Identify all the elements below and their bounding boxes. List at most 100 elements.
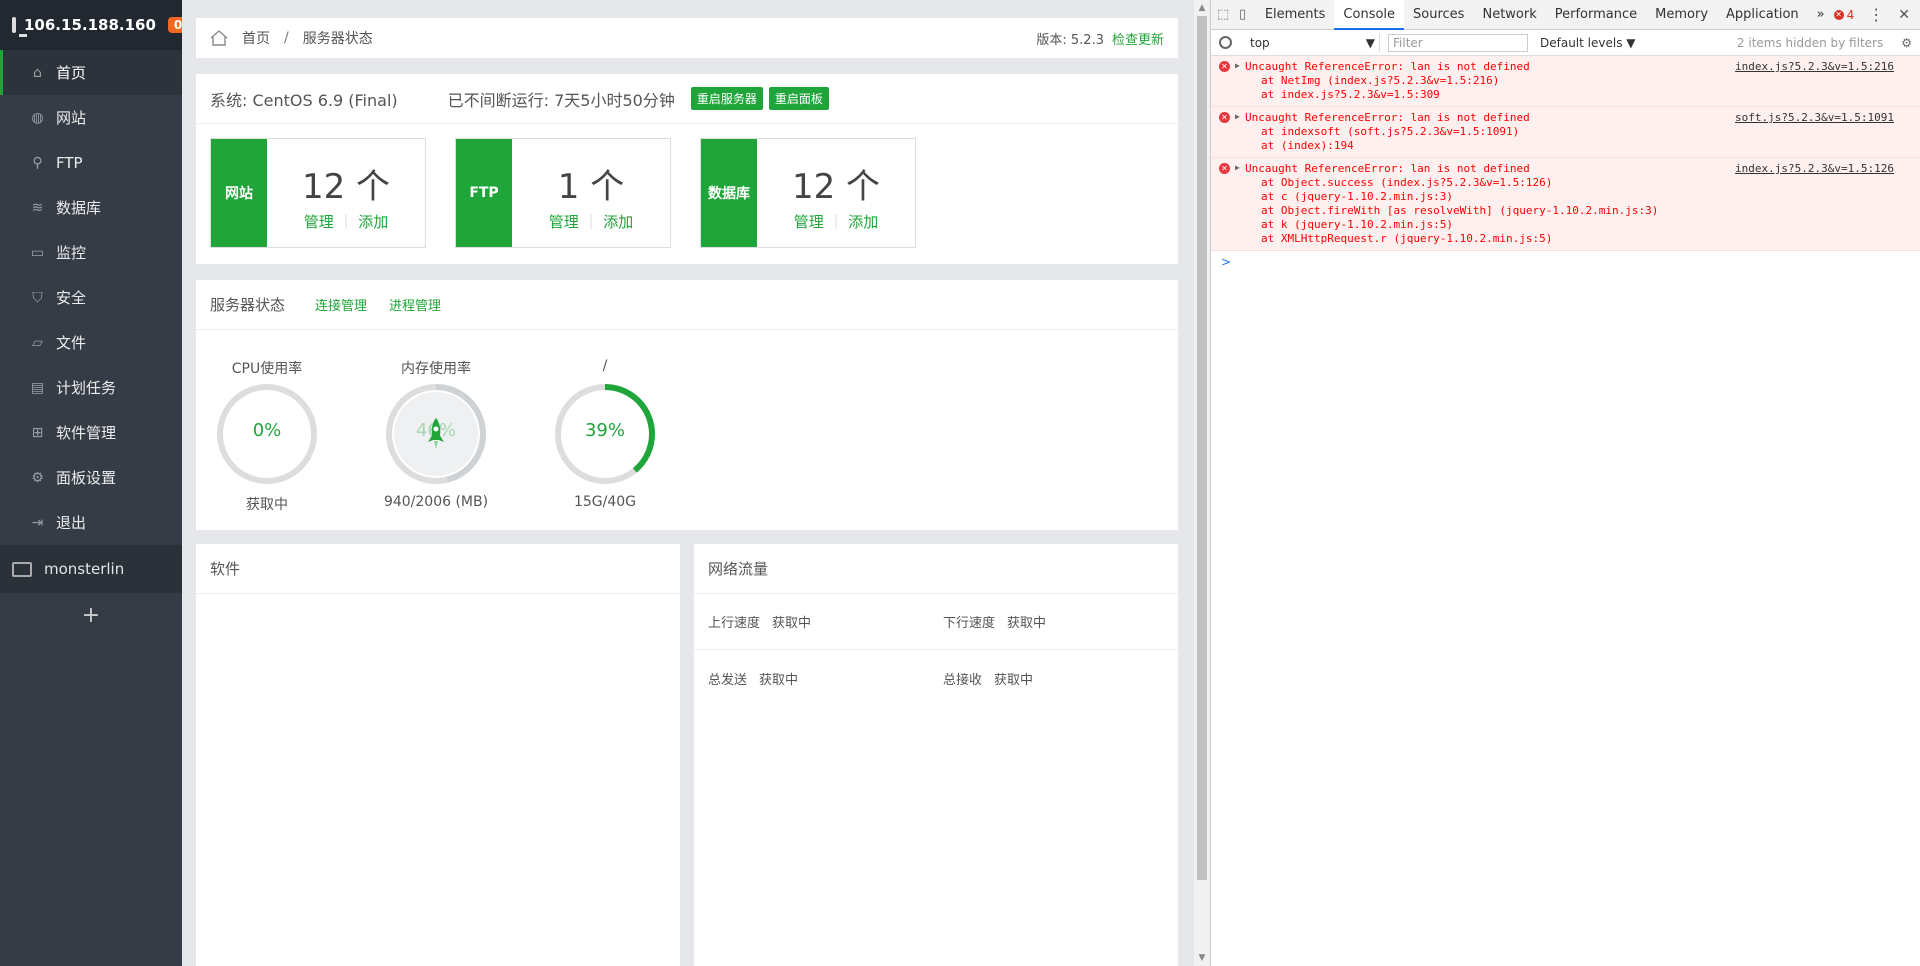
scroll-down-icon[interactable]: ▼ [1194, 950, 1210, 966]
rocket-icon[interactable] [426, 418, 446, 450]
total-sent-value: 获取中 [759, 672, 799, 688]
expand-triangle-icon[interactable]: ▶ [1235, 112, 1240, 121]
stat-count: 12 个 [791, 167, 881, 207]
stack-frame[interactable]: at Object.success (index.js?5.2.3&v=1.5:… [1245, 176, 1912, 190]
manage-link[interactable]: 管理 [304, 213, 334, 231]
console-toolbar: top ▼ Filter Default levels ▼ 2 items hid… [1211, 30, 1920, 56]
tab-performance[interactable]: Performance [1546, 0, 1646, 30]
tab-elements[interactable]: Elements [1256, 0, 1335, 30]
console-filter-input[interactable]: Filter [1388, 33, 1528, 52]
manage-link[interactable]: 管理 [794, 213, 824, 231]
calendar-icon: ▤ [30, 379, 45, 396]
tab-memory[interactable]: Memory [1646, 0, 1717, 30]
error-source-link[interactable]: soft.js?5.2.3&v=1.5:1091 [1735, 111, 1894, 124]
console-prompt[interactable]: > [1211, 251, 1920, 273]
gauge-subtitle: 15G/40G [573, 494, 637, 510]
manage-link[interactable]: 管理 [549, 213, 579, 231]
devtools-tabbar: ⬚ ▯ Elements Console Sources Network Per… [1211, 0, 1920, 30]
process-manage-link[interactable]: 进程管理 [389, 295, 441, 314]
server-monitor-icon [12, 17, 27, 37]
sidebar-item-software[interactable]: ⊞ 软件管理 [0, 410, 182, 455]
stack-frame[interactable]: at index.js?5.2.3&v=1.5:309 [1245, 88, 1912, 102]
sidebar-item-label: 数据库 [56, 199, 102, 217]
tab-console[interactable]: Console [1334, 0, 1405, 30]
home-icon[interactable] [210, 30, 228, 46]
gauge-title: / [602, 358, 608, 374]
sidebar: 106.15.188.160 0 ⌂ 首页 ◍ 网站 ⚲ FTP ≋ 数据库 ▭… [0, 0, 189, 966]
add-link[interactable]: 添加 [603, 213, 633, 231]
device-toggle-icon[interactable]: ▯ [1237, 7, 1248, 23]
add-server-button[interactable]: + [0, 593, 182, 628]
more-tabs-button[interactable]: » [1808, 0, 1834, 30]
sidebar-item-settings[interactable]: ⚙ 面板设置 [0, 455, 182, 500]
scroll-up-icon[interactable]: ▲ [1194, 0, 1210, 16]
stat-label: FTP [456, 139, 512, 247]
disk-gauge[interactable]: / 39% 15G/40G [535, 358, 675, 510]
hidden-items-note: 2 items hidden by filters [1736, 35, 1884, 50]
sidebar-item-cron[interactable]: ▤ 计划任务 [0, 365, 182, 410]
console-error[interactable]: ✕ ▶ Uncaught ReferenceError: lan is not d… [1211, 107, 1920, 158]
sidebar-item-database[interactable]: ≋ 数据库 [0, 185, 182, 230]
cpu-gauge[interactable]: CPU使用率 0% 获取中 [197, 358, 337, 514]
stack-frame[interactable]: at indexsoft (soft.js?5.2.3&v=1.5:1091) [1245, 125, 1912, 139]
sidebar-item-label: FTP [56, 153, 83, 172]
download-speed-value: 获取中 [1007, 616, 1047, 631]
gauge-percent: 39% [584, 420, 625, 441]
kebab-menu-icon[interactable]: ⋮ [1868, 5, 1884, 24]
expand-triangle-icon[interactable]: ▶ [1235, 163, 1240, 172]
upload-speed-value: 获取中 [772, 616, 812, 631]
error-source-link[interactable]: index.js?5.2.3&v=1.5:126 [1735, 162, 1894, 175]
restart-panel-button[interactable]: 重启面板 [768, 87, 829, 110]
total-received-label: 总接收 [943, 672, 983, 688]
stack-frame[interactable]: at c (jquery-1.10.2.min.js:3) [1245, 190, 1912, 204]
add-link[interactable]: 添加 [358, 213, 388, 231]
error-counter[interactable]: ✕ 4 [1833, 8, 1854, 22]
sidebar-item-website[interactable]: ◍ 网站 [0, 95, 182, 140]
memory-gauge[interactable]: 内存使用率 46% 940/2006 (MB) [366, 358, 506, 510]
sidebar-item-security[interactable]: ⛉ 安全 [0, 275, 182, 320]
sidebar-item-label: 首页 [56, 64, 87, 82]
sidebar-user[interactable]: monsterlin [0, 545, 182, 593]
grid-icon: ⊞ [31, 424, 44, 441]
sidebar-item-home[interactable]: ⌂ 首页 [0, 50, 182, 95]
os-label: 系统: CentOS 6.9 (Final) [210, 90, 398, 110]
log-levels-select[interactable]: Default levels ▼ [1540, 36, 1636, 50]
stat-card-ftp: FTP 1 个 管理 ｜ 添加 [455, 138, 671, 248]
error-icon: ✕ [1219, 112, 1230, 123]
gear-icon: ⚙ [31, 469, 44, 486]
stack-frame[interactable]: at XMLHttpRequest.r (jquery-1.10.2.min.j… [1245, 232, 1912, 246]
stack-frame[interactable]: at k (jquery-1.10.2.min.js:5) [1245, 218, 1912, 232]
expand-triangle-icon[interactable]: ▶ [1235, 61, 1240, 70]
inspect-element-icon[interactable]: ⬚ [1217, 7, 1229, 23]
error-icon: ✕ [1219, 61, 1230, 72]
scroll-thumb[interactable] [1197, 16, 1207, 880]
clear-console-icon[interactable] [1219, 36, 1232, 49]
database-icon: ≋ [31, 199, 44, 216]
user-name: monsterlin [44, 560, 125, 578]
page-scrollbar[interactable]: ▲ ▼ [1194, 0, 1210, 966]
tab-network[interactable]: Network [1473, 0, 1545, 30]
console-error[interactable]: ✕ ▶ Uncaught ReferenceError: lan is not d… [1211, 158, 1920, 251]
sidebar-item-ftp[interactable]: ⚲ FTP [0, 140, 182, 185]
tab-application[interactable]: Application [1717, 0, 1808, 30]
breadcrumb-home[interactable]: 首页 [242, 28, 270, 48]
gear-icon[interactable]: ⚙ [1901, 36, 1912, 50]
sidebar-item-monitor[interactable]: ▭ 监控 [0, 230, 182, 275]
total-sent-label: 总发送 [708, 672, 748, 688]
add-link[interactable]: 添加 [848, 213, 878, 231]
stack-frame[interactable]: at (index):194 [1245, 139, 1912, 153]
close-icon[interactable]: ✕ [1898, 7, 1910, 23]
connection-manage-link[interactable]: 连接管理 [315, 295, 367, 314]
check-update-link[interactable]: 检查更新 [1112, 29, 1164, 48]
context-select[interactable]: top ▼ [1246, 33, 1380, 52]
sidebar-header[interactable]: 106.15.188.160 0 [0, 0, 189, 50]
version-label: 版本: 5.2.3 [1036, 32, 1104, 48]
restart-server-button[interactable]: 重启服务器 [690, 87, 763, 110]
tab-sources[interactable]: Sources [1404, 0, 1473, 30]
stack-frame[interactable]: at NetImg (index.js?5.2.3&v=1.5:216) [1245, 74, 1912, 88]
console-error[interactable]: ✕ ▶ Uncaught ReferenceError: lan is not d… [1211, 56, 1920, 107]
stack-frame[interactable]: at Object.fireWith [as resolveWith] (jqu… [1245, 204, 1912, 218]
error-source-link[interactable]: index.js?5.2.3&v=1.5:216 [1735, 60, 1894, 73]
sidebar-item-files[interactable]: ▱ 文件 [0, 320, 182, 365]
sidebar-item-logout[interactable]: ⇥ 退出 [0, 500, 182, 545]
